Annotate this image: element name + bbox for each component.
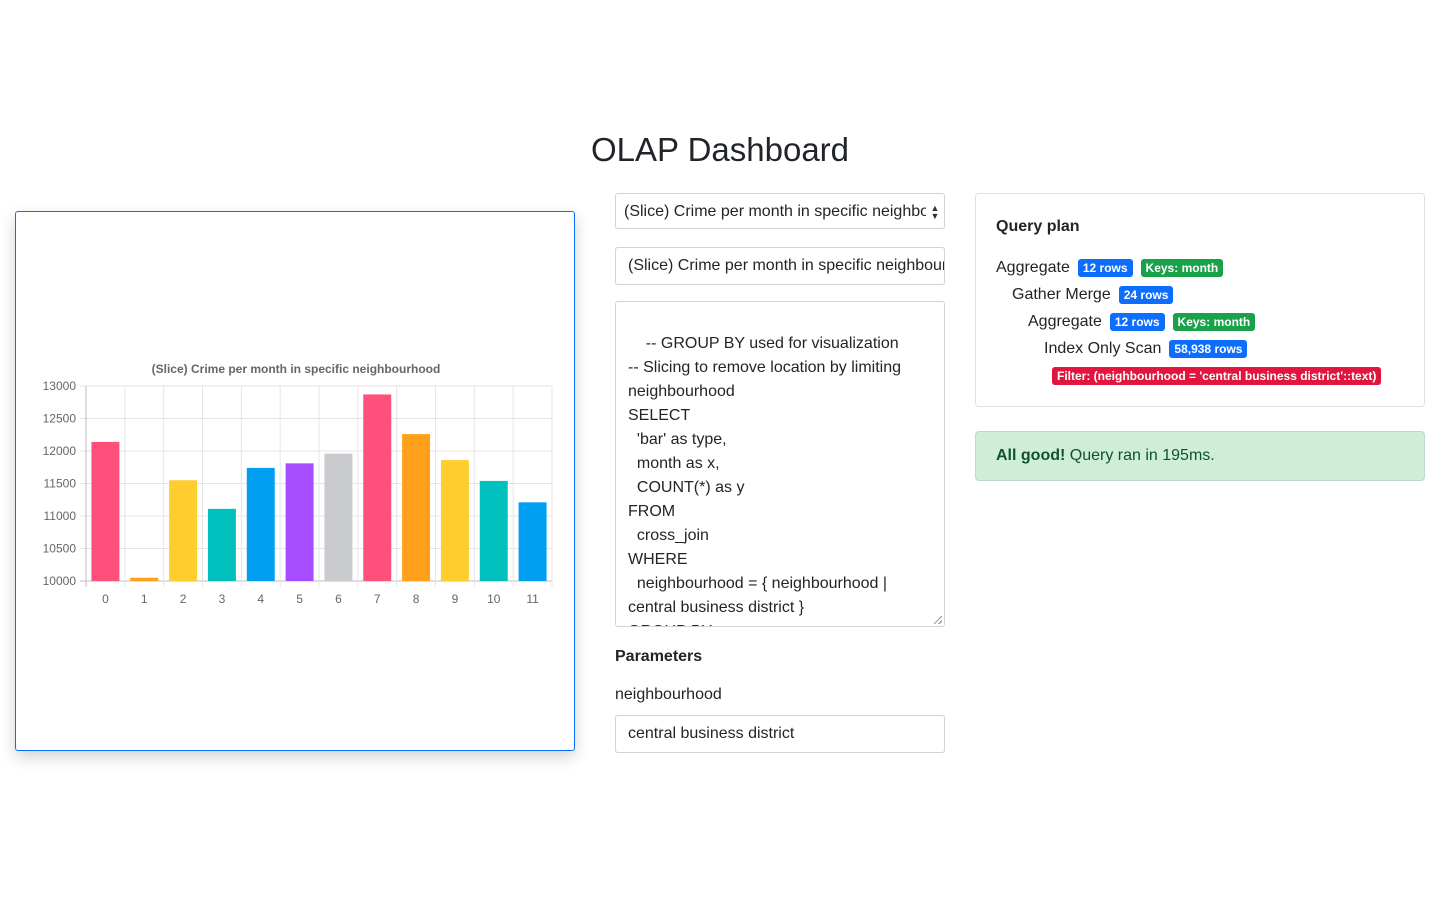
bar[interactable] — [479, 480, 508, 581]
x-tick-label: 6 — [335, 592, 342, 606]
x-tick-label: 2 — [180, 592, 187, 606]
alert-message: Query ran in 195ms. — [1065, 447, 1215, 464]
y-tick-label: 10000 — [43, 574, 77, 588]
x-tick-label: 9 — [452, 592, 459, 606]
x-tick-label: 7 — [374, 592, 381, 606]
x-tick-label: 11 — [526, 592, 539, 606]
bar[interactable] — [169, 480, 198, 581]
query-plan-card: Query plan Aggregate 12 rows Keys: month… — [975, 193, 1425, 407]
x-tick-label: 5 — [296, 592, 303, 606]
x-tick-label: 0 — [102, 592, 109, 606]
bar[interactable] — [246, 467, 275, 581]
x-tick-label: 4 — [257, 592, 264, 606]
sql-text: -- GROUP BY used for visualization -- Sl… — [628, 335, 901, 626]
query-plan-title: Query plan — [996, 218, 1080, 235]
y-tick-label: 12000 — [43, 444, 77, 458]
alert-strong: All good! — [996, 447, 1066, 464]
chart-title: (Slice) Crime per month in specific neig… — [152, 362, 441, 376]
page-title: OLAP Dashboard — [590, 131, 850, 168]
bar[interactable] — [440, 460, 469, 581]
query-name-input[interactable]: (Slice) Crime per month in specific neig… — [615, 247, 945, 285]
query-select[interactable]: (Slice) Crime per month in specific neig… — [615, 193, 945, 229]
bar[interactable] — [285, 463, 314, 581]
bar[interactable] — [518, 502, 547, 581]
bar[interactable] — [363, 394, 392, 581]
plan-node-label: Gather Merge — [1012, 286, 1111, 303]
plan-node-row: Aggregate 12 rows Keys: month — [996, 256, 1231, 280]
plan-node-label: Aggregate — [996, 259, 1070, 276]
plan-node-label: Aggregate — [1028, 313, 1102, 330]
plan-node-row: Index Only Scan 58,938 rows — [1044, 337, 1255, 361]
param-input-neighbourhood[interactable]: central business district — [615, 715, 945, 753]
resize-handle-icon[interactable] — [934, 616, 942, 624]
success-alert: All good! Query ran in 195ms. — [975, 431, 1425, 481]
sql-textarea[interactable]: -- GROUP BY used for visualization -- Sl… — [615, 301, 945, 627]
rows-badge: 12 rows — [1109, 313, 1165, 331]
y-tick-label: 12500 — [43, 412, 77, 426]
y-tick-label: 13000 — [43, 379, 77, 393]
plan-filter-row: Filter: (neighbourhood = 'central busine… — [1052, 364, 1389, 388]
bar[interactable] — [207, 508, 236, 581]
plan-node-label: Index Only Scan — [1044, 340, 1162, 357]
select-arrows-icon: ▲ ▼ — [930, 203, 940, 221]
keys-badge: Keys: month — [1140, 259, 1224, 277]
bar[interactable] — [130, 577, 159, 581]
rows-badge: 58,938 rows — [1169, 340, 1248, 358]
bar-chart: (Slice) Crime per month in specific neig… — [43, 362, 553, 606]
rows-badge: 12 rows — [1077, 259, 1133, 277]
parameters-heading: Parameters — [615, 648, 703, 665]
bar[interactable] — [324, 453, 353, 581]
y-tick-label: 11000 — [44, 509, 77, 523]
plan-node-row: Aggregate 12 rows Keys: month — [1028, 310, 1263, 334]
x-tick-label: 1 — [141, 592, 148, 606]
x-tick-label: 8 — [413, 592, 420, 606]
bar[interactable] — [91, 441, 120, 581]
filter-badge: Filter: (neighbourhood = 'central busine… — [1052, 367, 1382, 385]
y-tick-label: 10500 — [43, 542, 77, 556]
keys-badge: Keys: month — [1172, 313, 1256, 331]
query-select-value: (Slice) Crime per month in specific neig… — [624, 203, 926, 220]
bar[interactable] — [402, 434, 431, 581]
x-tick-label: 10 — [487, 592, 501, 606]
chart-card: (Slice) Crime per month in specific neig… — [15, 211, 575, 751]
rows-badge: 24 rows — [1118, 286, 1174, 304]
y-tick-label: 11500 — [44, 477, 77, 491]
plan-node-row: Gather Merge 24 rows — [1012, 283, 1181, 307]
x-tick-label: 3 — [219, 592, 226, 606]
param-label-neighbourhood: neighbourhood — [615, 686, 722, 703]
